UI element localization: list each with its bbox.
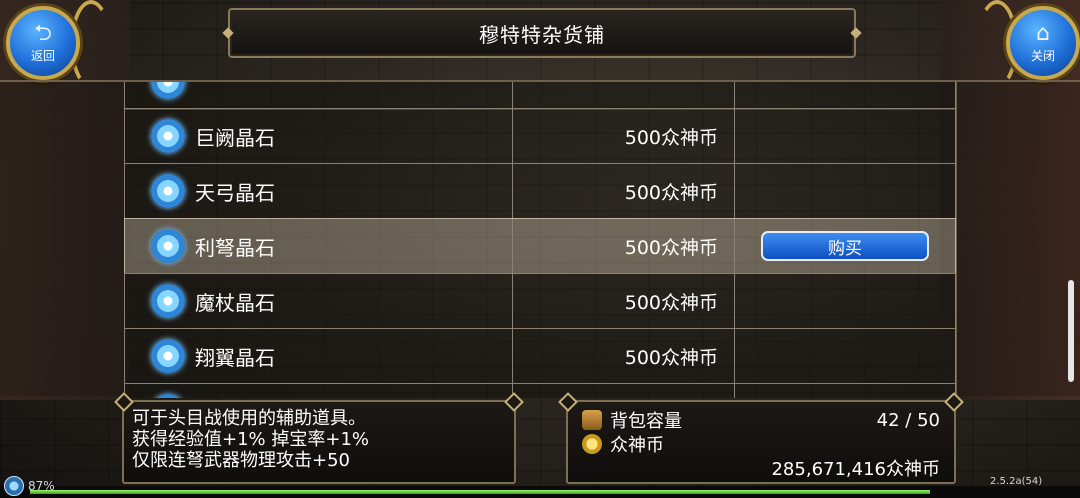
list-item[interactable]: 天弓晶石 500众神币 <box>124 163 956 219</box>
item-name-cell: 翔翼晶石 <box>125 329 513 383</box>
description-line: 仅限连弩武器物理攻击+50 <box>132 450 350 471</box>
currency-value-row: 285,671,416众神币 <box>582 456 940 480</box>
currency-value: 285,671,416众神币 <box>771 459 940 480</box>
experience-bar <box>30 490 930 494</box>
item-name-cell: 利弩晶石 <box>125 219 513 273</box>
list-scrollbar[interactable] <box>1068 280 1074 382</box>
battery-icon <box>4 476 24 496</box>
item-name-cell: 魔杖晶石 <box>125 274 513 328</box>
coin-icon <box>582 434 602 454</box>
description-line: 可于头目战使用的辅助道具。 <box>132 408 366 429</box>
item-price-cell: 500众神币 <box>513 109 735 163</box>
item-price: 500众神币 <box>624 126 718 149</box>
item-description-panel: 可于头目战使用的辅助道具。 获得经验值+1% 掉宝率+1% 仅限连弩武器物理攻击… <box>114 392 524 484</box>
item-name-cell <box>125 384 513 398</box>
item-price-cell: 500众神币 <box>513 219 735 273</box>
item-name-cell: 巨阙晶石 <box>125 109 513 163</box>
item-action-cell: 购买 <box>735 219 955 273</box>
page-title: 穆特特杂货铺 <box>479 22 605 47</box>
item-price-cell: 500众神币 <box>513 164 735 218</box>
back-button[interactable]: ⮌ 返回 <box>6 6 80 80</box>
list-item[interactable] <box>124 383 956 398</box>
bag-capacity-label: 背包容量 <box>610 411 682 432</box>
shop-title-bar: 穆特特杂货铺 <box>222 8 862 58</box>
list-item[interactable]: 巨阙晶石 500众神币 <box>124 108 956 164</box>
battery-indicator: 87% <box>4 476 55 496</box>
item-price: 500众神币 <box>624 291 718 314</box>
description-line: 获得经验值+1% 掉宝率+1% <box>132 429 369 450</box>
item-action-cell <box>735 384 955 398</box>
item-price-cell <box>513 384 735 398</box>
item-action-cell <box>735 329 955 383</box>
crystal-gem-icon <box>151 394 185 398</box>
item-price-cell: 500众神币 <box>513 329 735 383</box>
buy-button[interactable]: 购买 <box>761 231 929 261</box>
item-action-cell <box>735 274 955 328</box>
list-item[interactable] <box>124 82 956 110</box>
bag-capacity-row: 背包容量 42 / 50 <box>582 408 940 432</box>
close-button[interactable]: ⌂ 关闭 <box>1006 6 1080 80</box>
item-name: 天弓晶石 <box>195 180 275 205</box>
item-price: 500众神币 <box>624 346 718 369</box>
crystal-gem-icon <box>151 119 185 153</box>
item-action-cell <box>735 164 955 218</box>
item-name-cell <box>125 82 513 109</box>
item-name: 魔杖晶石 <box>195 290 275 315</box>
list-item[interactable]: 翔翼晶石 500众神币 <box>124 328 956 384</box>
crystal-gem-icon <box>151 174 185 208</box>
crystal-gem-icon <box>151 284 185 318</box>
item-action-cell <box>735 82 955 109</box>
battery-level: 87% <box>28 479 55 493</box>
list-item[interactable]: 魔杖晶石 500众神币 <box>124 273 956 329</box>
item-name-cell: 天弓晶石 <box>125 164 513 218</box>
crystal-gem-icon <box>151 339 185 373</box>
item-name: 巨阙晶石 <box>195 125 275 150</box>
item-name: 利弩晶石 <box>195 235 275 260</box>
currency-label: 众神币 <box>610 435 664 456</box>
back-button-label: 返回 <box>30 48 55 63</box>
item-price: 500众神币 <box>624 236 718 259</box>
currency-row: 众神币 <box>582 432 940 456</box>
item-action-cell <box>735 109 955 163</box>
back-arrow-icon: ⮌ <box>34 20 52 46</box>
item-price-cell <box>513 82 735 109</box>
close-button-label: 关闭 <box>1030 48 1055 63</box>
crystal-gem-icon <box>151 229 185 263</box>
item-price-cell: 500众神币 <box>513 274 735 328</box>
version-label: 2.5.2a(54) <box>990 476 1043 487</box>
shop-item-table: 巨阙晶石 500众神币 天弓晶石 500众神币 利弩晶石 500众神币 购买 魔… <box>0 80 1080 398</box>
home-icon: ⌂ <box>1036 20 1050 46</box>
list-item-selected[interactable]: 利弩晶石 500众神币 购买 <box>124 218 956 274</box>
shop-item-list[interactable]: 巨阙晶石 500众神币 天弓晶石 500众神币 利弩晶石 500众神币 购买 魔… <box>124 82 956 398</box>
inventory-panel: 背包容量 42 / 50 众神币 285,671,416众神币 <box>558 392 964 484</box>
bag-icon <box>582 410 602 430</box>
crystal-gem-icon <box>151 82 185 99</box>
item-name: 翔翼晶石 <box>195 345 275 370</box>
bag-capacity-value: 42 / 50 <box>876 409 940 431</box>
item-price: 500众神币 <box>624 181 718 204</box>
